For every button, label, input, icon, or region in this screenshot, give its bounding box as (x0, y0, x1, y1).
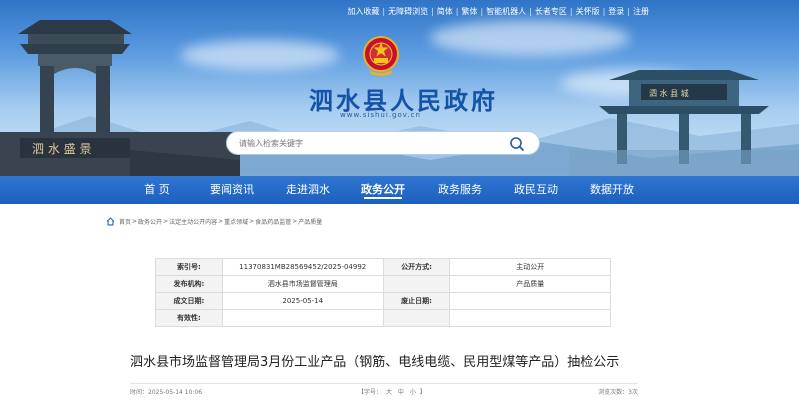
login-link[interactable]: 登录 (608, 6, 624, 17)
left-pavilion-illustration: 泗 水 盛 景 (0, 20, 240, 176)
home-icon[interactable] (106, 217, 115, 226)
nav-government-services[interactable]: 政务服务 (437, 176, 483, 204)
category-label (382, 275, 451, 293)
table-row: 有效性: (155, 309, 611, 327)
validity-value (221, 309, 384, 327)
written-date-label: 成文日期: (155, 292, 223, 310)
simplified-link[interactable]: 简体 (437, 6, 453, 17)
accessibility-link[interactable]: 无障碍浏览 (388, 6, 428, 17)
top-links: 加入收藏 | 无障碍浏览 | 简体 | 繁体 | 智能机器人 | 长者专区 | 关怀版 | 登… (347, 6, 649, 17)
written-date-value: 2025-05-14 (221, 292, 384, 310)
nav-government-affairs[interactable]: 政务公开 (360, 176, 406, 204)
search-icon[interactable] (509, 136, 525, 152)
main-nav: 首 页 要闻资讯 走进泗水 政务公开 政务服务 政民互动 数据开放 (0, 176, 799, 204)
nav-open-data[interactable]: 数据开放 (589, 176, 635, 204)
disclosure-method-label: 公开方式: (382, 258, 451, 276)
nav-news[interactable]: 要闻资讯 (209, 176, 255, 204)
care-version-link[interactable]: 关怀版 (576, 6, 600, 17)
publish-time: 时间：2025-05-14 10:06 (130, 389, 203, 396)
breadcrumb-home[interactable]: 首页 (119, 217, 131, 226)
view-count: 浏览次数：3次 (598, 389, 638, 396)
publisher-label: 发布机构: (155, 275, 223, 293)
breadcrumb-key-areas[interactable]: 重点领域 (224, 217, 248, 226)
disclosure-method-value: 主动公开 (449, 258, 611, 276)
publisher-value: 泗水县市场监督管理局 (221, 275, 384, 293)
category-value: 产品质量 (449, 275, 611, 293)
article-title: 泗水县市场监督管理局3月份工业产品（钢筋、电线电缆、民用型煤等产品）抽检公示 (130, 355, 620, 370)
divider (130, 383, 638, 384)
register-link[interactable]: 注册 (633, 6, 649, 17)
breadcrumb-gov-affairs[interactable]: 政务公开 (138, 217, 162, 226)
empty-label (382, 309, 451, 327)
traditional-link[interactable]: 繁体 (461, 6, 477, 17)
svg-text:泗 水 盛 景: 泗 水 盛 景 (32, 141, 91, 156)
table-row: 索引号: 11370831MB28569452/2025-04992 公开方式:… (155, 258, 611, 276)
nav-home[interactable]: 首 页 (140, 176, 174, 204)
robot-link[interactable]: 智能机器人 (486, 6, 526, 17)
search-box (226, 131, 540, 155)
add-favorite-link[interactable]: 加入收藏 (347, 6, 379, 17)
right-archway-illustration: 泗 水 县 城 (569, 70, 799, 176)
breadcrumb-product-quality[interactable]: 产品质量 (298, 217, 322, 226)
font-size-selector: 【字号： 大 中 小 】 (358, 387, 426, 396)
nav-interaction[interactable]: 政民互动 (513, 176, 559, 204)
nav-about-sishui[interactable]: 走进泗水 (285, 176, 331, 204)
breadcrumb-public-content[interactable]: 法定主动公开内容 (169, 217, 217, 226)
header-banner: 泗 水 盛 景 泗 水 县 城 加入收藏 | 无障碍浏览 | 简体 | 繁体 | 智能机… (0, 0, 799, 176)
breadcrumb-food-drug[interactable]: 食品药品监管 (255, 217, 291, 226)
national-emblem-icon (363, 36, 399, 76)
breadcrumb: 首页 > 政务公开 > 法定主动公开内容 > 重点领域 > 食品药品监管 > 产品质量 (106, 217, 322, 226)
elder-link[interactable]: 长者专区 (535, 6, 567, 17)
index-label: 索引号: (155, 258, 223, 276)
font-size-large[interactable]: 大 (386, 389, 392, 396)
search-input[interactable] (227, 137, 501, 149)
abolish-date-label: 废止日期: (382, 292, 451, 310)
font-size-medium[interactable]: 中 (398, 389, 404, 396)
document-info-table: 索引号: 11370831MB28569452/2025-04992 公开方式:… (155, 258, 611, 327)
table-row: 成文日期: 2025-05-14 废止日期: (155, 292, 611, 310)
svg-text:泗 水 县 城: 泗 水 县 城 (649, 88, 689, 98)
site-url: www.sishui.gov.cn (340, 111, 421, 119)
index-value: 11370831MB28569452/2025-04992 (221, 258, 384, 276)
font-size-small[interactable]: 小 (410, 389, 416, 396)
validity-label: 有效性: (155, 309, 223, 327)
empty-value (449, 309, 611, 327)
abolish-date-value (449, 292, 611, 310)
font-size-close: 】 (419, 389, 426, 396)
font-size-label: 【字号： (358, 389, 383, 396)
table-row: 发布机构: 泗水县市场监督管理局 产品质量 (155, 275, 611, 293)
